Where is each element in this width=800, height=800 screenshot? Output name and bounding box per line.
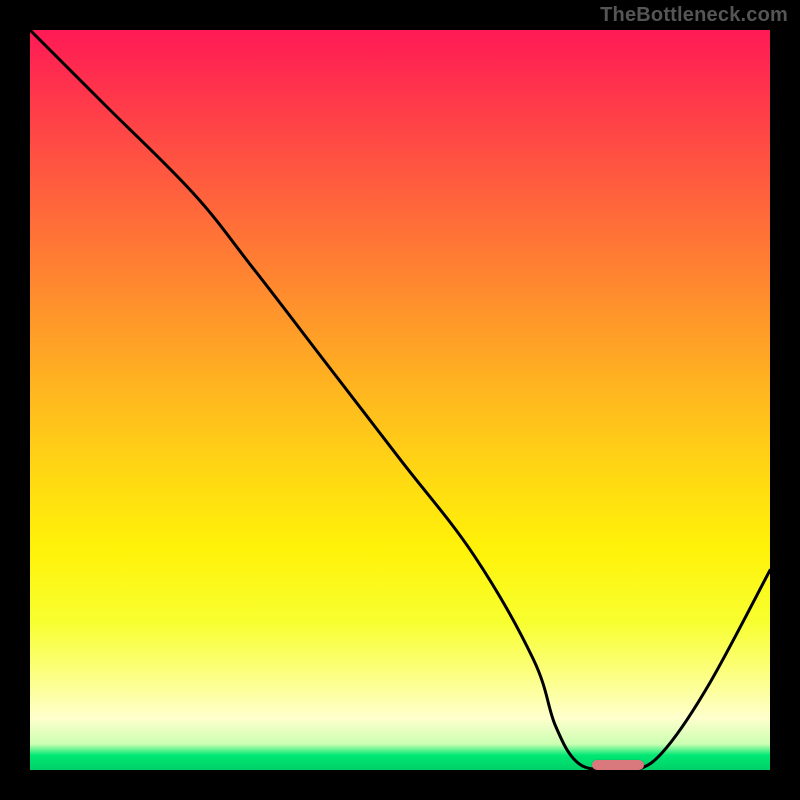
chart-frame: TheBottleneck.com <box>0 0 800 800</box>
plot-area <box>30 30 770 770</box>
optimal-range-marker <box>592 760 644 770</box>
curve-path <box>30 30 770 770</box>
bottleneck-curve <box>30 30 770 770</box>
watermark-text: TheBottleneck.com <box>600 4 788 27</box>
